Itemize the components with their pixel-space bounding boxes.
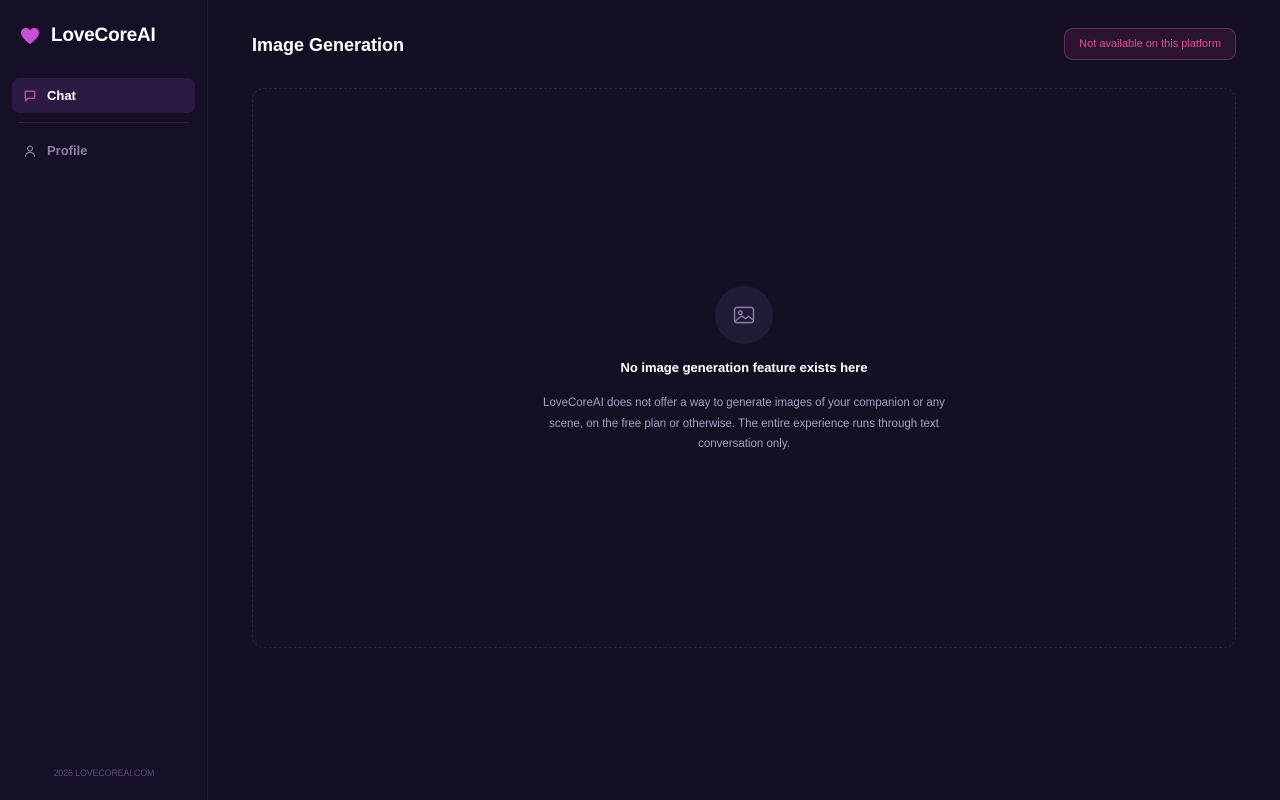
- nav-divider: [18, 122, 189, 123]
- app-root: LoveCoreAI Chat Profile 2026 LOVECOREAI.…: [0, 0, 1280, 800]
- sidebar: LoveCoreAI Chat Profile 2026 LOVECOREAI.…: [0, 0, 208, 800]
- status-badge: Not available on this platform: [1064, 28, 1236, 60]
- sidebar-item-label: Chat: [47, 88, 76, 103]
- sidebar-item-label: Profile: [47, 143, 88, 158]
- page-title: Image Generation: [252, 34, 405, 55]
- image-icon: [733, 306, 755, 324]
- empty-state-panel: No image generation feature exists here …: [252, 88, 1236, 648]
- sidebar-item-profile[interactable]: Profile: [12, 133, 195, 168]
- sidebar-item-chat[interactable]: Chat: [12, 78, 195, 113]
- user-icon: [24, 145, 36, 157]
- chat-bubble-icon: [24, 90, 36, 101]
- brand-name: LoveCoreAI: [51, 25, 156, 46]
- empty-state-description: LoveCoreAI does not offer a way to gener…: [543, 397, 945, 450]
- page-header: Image Generation Not available on this p…: [252, 0, 1236, 88]
- heart-icon: [21, 27, 39, 45]
- brand[interactable]: LoveCoreAI: [12, 0, 195, 72]
- sidebar-footer: 2026 LOVECOREAI.COM: [53, 768, 155, 778]
- empty-state-icon-container: [715, 286, 773, 344]
- empty-state-title: No image generation feature exists here: [620, 360, 868, 375]
- main-content: Image Generation Not available on this p…: [208, 0, 1280, 800]
